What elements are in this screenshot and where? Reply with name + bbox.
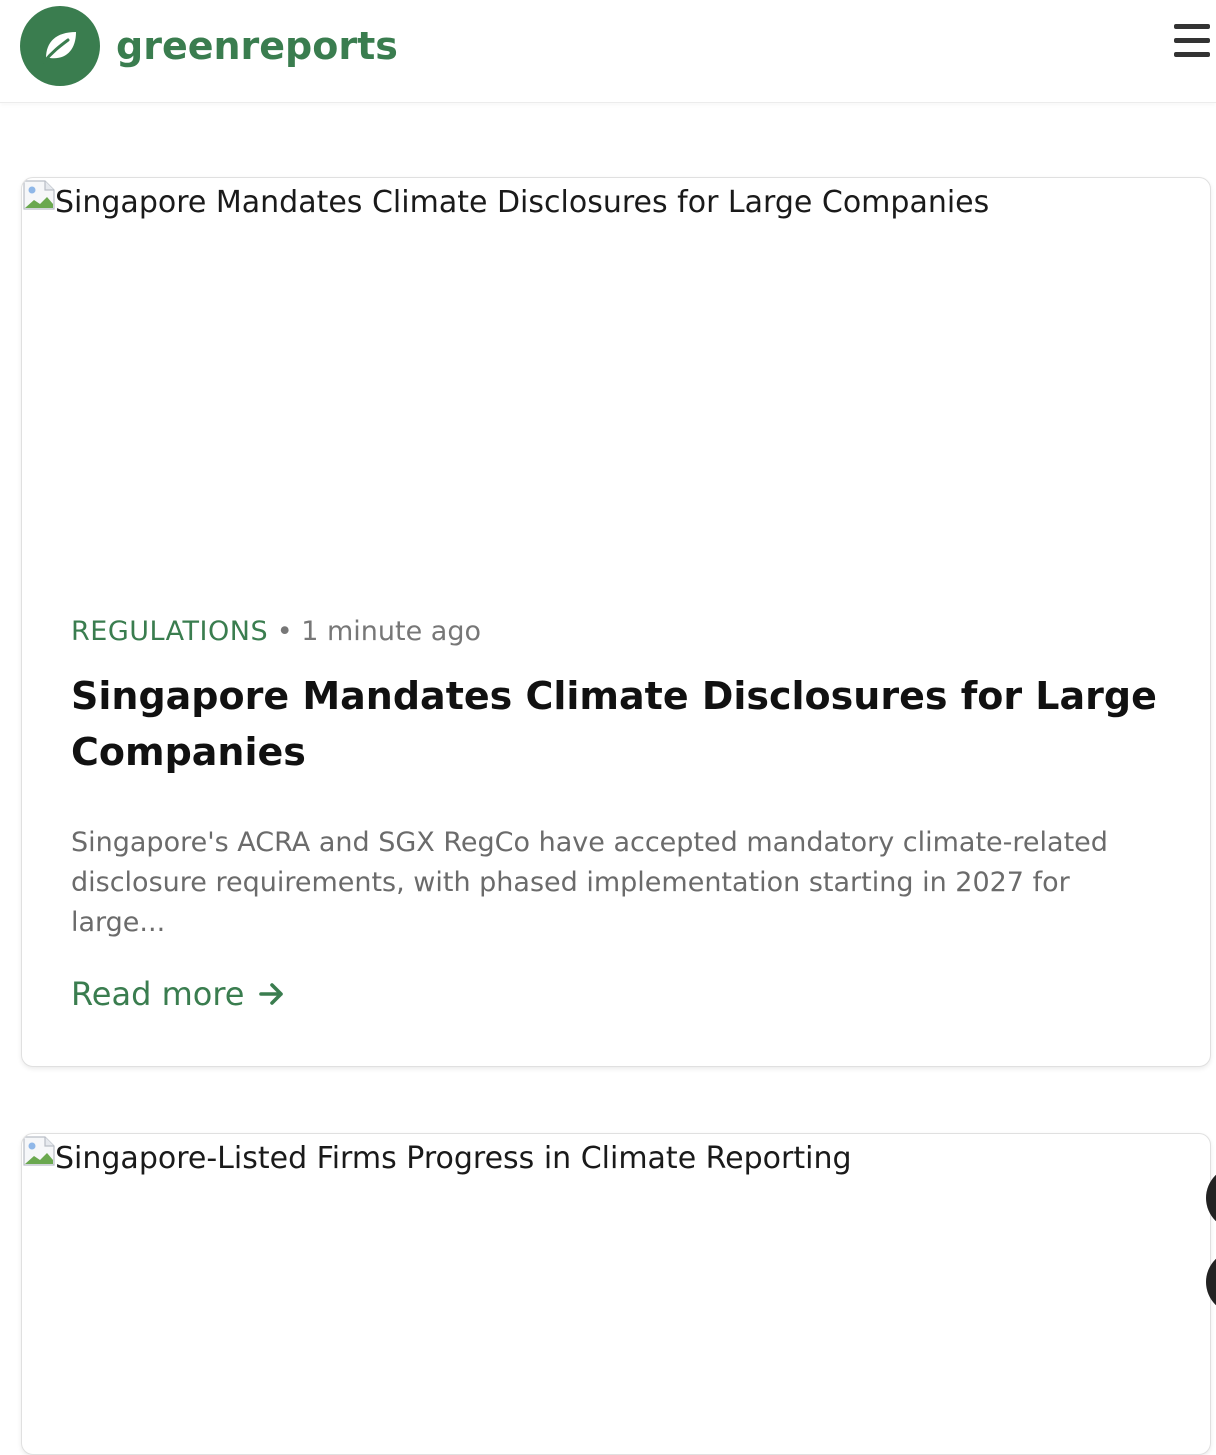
- image-alt-text: Singapore Mandates Climate Disclosures f…: [55, 185, 990, 220]
- logo[interactable]: [20, 6, 100, 86]
- hamburger-menu-icon[interactable]: [1172, 22, 1210, 60]
- article-image[interactable]: Singapore-Listed Firms Progress in Clima…: [22, 1134, 1210, 1454]
- article-excerpt: Singapore's ACRA and SGX RegCo have acce…: [71, 827, 1108, 938]
- article-image[interactable]: Singapore Mandates Climate Disclosures f…: [22, 178, 1210, 560]
- read-more-link[interactable]: Read more: [71, 974, 286, 1014]
- site-header: greenreports: [0, 0, 1216, 103]
- arrow-right-icon: [259, 983, 284, 1005]
- publish-time: 1 minute ago: [301, 616, 481, 647]
- article-card: Singapore-Listed Firms Progress in Clima…: [21, 1133, 1211, 1455]
- article-card: Singapore Mandates Climate Disclosures f…: [21, 177, 1211, 1067]
- brand-name[interactable]: greenreports: [116, 18, 398, 74]
- article-title[interactable]: Singapore Mandates Climate Disclosures f…: [71, 668, 1171, 780]
- leaf-icon: [42, 32, 76, 64]
- article-meta: REGULATIONS • 1 minute ago: [71, 614, 481, 650]
- meta-separator: •: [276, 616, 293, 647]
- category-label[interactable]: REGULATIONS: [71, 616, 268, 647]
- broken-image-icon: [23, 1136, 55, 1166]
- read-more-label: Read more: [71, 975, 245, 1013]
- broken-image-icon: [23, 180, 55, 210]
- image-alt-text: Singapore-Listed Firms Progress in Clima…: [55, 1141, 852, 1176]
